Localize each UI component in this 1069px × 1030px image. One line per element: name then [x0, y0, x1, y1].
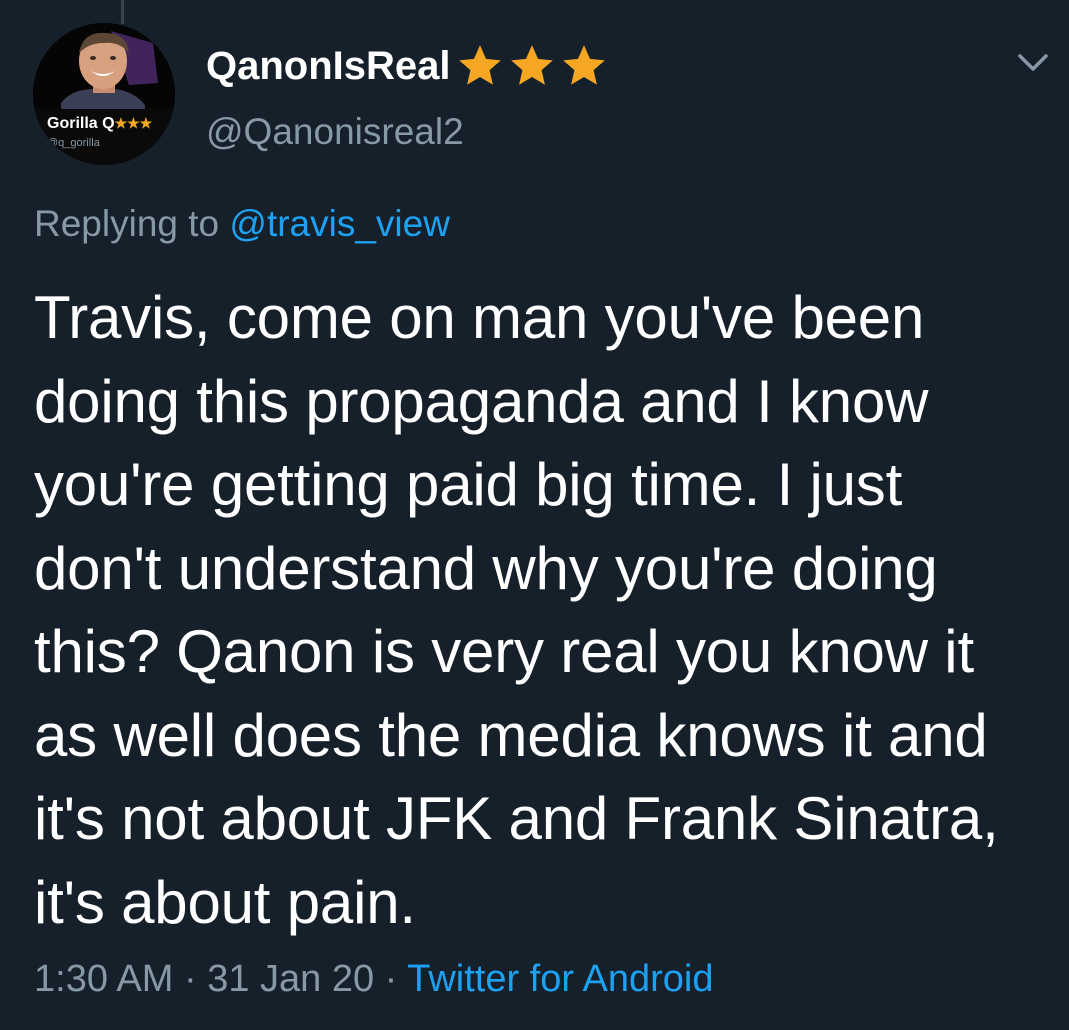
- star-icon: [458, 45, 501, 85]
- user-display-name[interactable]: QanonIsReal: [206, 40, 609, 92]
- replying-to: Replying to @travis_view: [34, 200, 450, 248]
- display-name-text: QanonIsReal: [206, 44, 451, 88]
- tweet-metadata: 1:30 AM · 31 Jan 20 · Twitter for Androi…: [34, 954, 713, 1004]
- tweet-text: Travis, come on man you've been doing th…: [34, 284, 999, 936]
- meta-separator: ·: [173, 958, 208, 1000]
- avatar[interactable]: Gorilla Q★★★ @q_gorilla: [33, 23, 175, 165]
- replying-to-prefix: Replying to: [34, 203, 230, 244]
- reply-to-handle-link[interactable]: @travis_view: [229, 203, 450, 244]
- star-icon: [562, 45, 605, 85]
- star-badges: [455, 41, 609, 91]
- thread-line: [121, 0, 124, 24]
- chevron-down-icon[interactable]: [1016, 50, 1050, 76]
- user-handle[interactable]: @Qanonisreal2: [206, 108, 464, 156]
- avatar-stars-icon: ★★★: [114, 115, 153, 131]
- meta-separator: ·: [374, 958, 408, 1000]
- avatar-overlay-handle: @q_gorilla: [47, 137, 100, 149]
- star-icon: [510, 45, 553, 85]
- tweet-time: 1:30 AM: [34, 958, 174, 1000]
- tweet-date: 31 Jan 20: [207, 958, 375, 1000]
- tweet-source-link[interactable]: Twitter for Android: [407, 958, 713, 1000]
- avatar-overlay-name: Gorilla Q★★★: [47, 115, 153, 132]
